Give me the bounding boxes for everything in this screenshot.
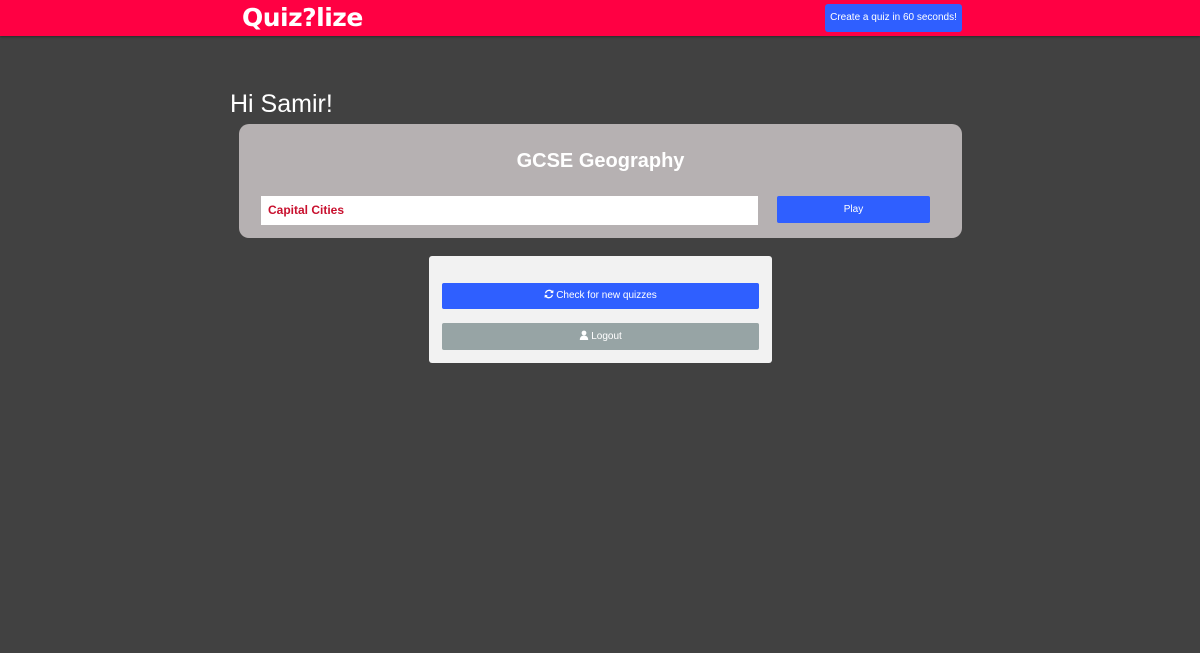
quiz-name: Capital Cities bbox=[261, 196, 758, 225]
greeting-heading: Hi Samir! bbox=[230, 90, 333, 118]
subject-card: GCSE Geography Capital Cities Play bbox=[239, 124, 962, 238]
top-bar: Quiz?lize Create a quiz in 60 seconds! bbox=[0, 0, 1200, 36]
play-button[interactable]: Play bbox=[777, 196, 930, 223]
logout-button[interactable]: Logout bbox=[442, 323, 759, 350]
logout-label: Logout bbox=[591, 331, 622, 342]
quizalize-logo[interactable]: Quiz?lize bbox=[242, 2, 363, 34]
refresh-icon bbox=[544, 284, 554, 310]
check-new-quizzes-button[interactable]: Check for new quizzes bbox=[442, 283, 759, 309]
check-new-quizzes-label: Check for new quizzes bbox=[556, 290, 657, 301]
subject-title: GCSE Geography bbox=[516, 150, 685, 172]
user-icon bbox=[579, 324, 589, 351]
create-quiz-button[interactable]: Create a quiz in 60 seconds! bbox=[825, 4, 962, 32]
actions-panel: Check for new quizzes Logout bbox=[429, 256, 772, 363]
